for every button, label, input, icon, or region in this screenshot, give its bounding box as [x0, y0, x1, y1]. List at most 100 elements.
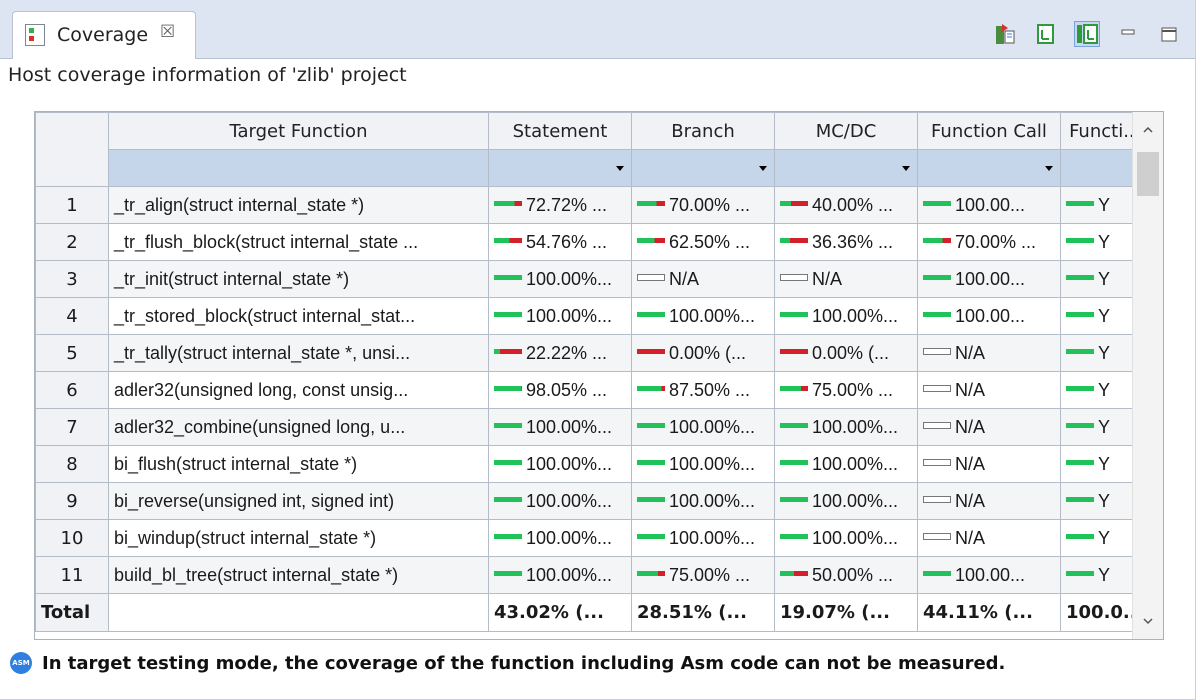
coverage-bar [637, 238, 665, 244]
filter-row [36, 149, 1150, 187]
coverage-bar [1066, 386, 1094, 392]
coverage-bar [494, 312, 522, 318]
table-row[interactable]: 8 bi_flush(struct internal_state *) 100.00… [35, 445, 1150, 483]
mcdc-coverage-cell[interactable]: 100.00%... [774, 519, 918, 557]
branch-coverage-cell[interactable]: 75.00% ... [631, 556, 775, 594]
mcdc-coverage-cell[interactable]: 100.00%... [774, 445, 918, 483]
branch-coverage-cell[interactable]: 100.00%... [631, 445, 775, 483]
mcdc-coverage-cell[interactable]: N/A [774, 260, 918, 298]
function-call-coverage-cell[interactable]: 100.00... [917, 260, 1061, 298]
target-function-cell[interactable]: _tr_init(struct internal_state *) [108, 260, 489, 298]
coverage-bar [1066, 423, 1094, 429]
function-call-coverage-cell[interactable]: N/A [917, 408, 1061, 446]
coverage-bar [637, 386, 665, 392]
statement-coverage-cell[interactable]: 72.72% ... [488, 186, 632, 224]
branch-coverage-cell[interactable]: 100.00%... [631, 482, 775, 520]
target-function-cell[interactable]: _tr_stored_block(struct internal_stat... [108, 297, 489, 335]
branch-coverage-cell[interactable]: 62.50% ... [631, 223, 775, 261]
target-function-cell[interactable]: adler32(unsigned long, const unsig... [108, 371, 489, 409]
statement-coverage-cell[interactable]: 54.76% ... [488, 223, 632, 261]
table-row[interactable]: 3 _tr_init(struct internal_state *) 100.00… [35, 260, 1150, 298]
target-function-cell[interactable]: bi_windup(struct internal_state *) [108, 519, 489, 557]
target-function-cell[interactable]: _tr_align(struct internal_state *) [108, 186, 489, 224]
branch-coverage-cell[interactable]: 100.00%... [631, 519, 775, 557]
tab-coverage[interactable]: Coverage ☒ [12, 11, 196, 59]
filter-cell-target-function[interactable] [108, 149, 489, 187]
mcdc-coverage-cell[interactable]: 0.00% (... [774, 334, 918, 372]
function-call-coverage-cell[interactable]: N/A [917, 371, 1061, 409]
minimize-icon[interactable] [1116, 22, 1140, 46]
coverage-value: 100.00%... [526, 527, 613, 548]
filter-dropdown-function-call[interactable] [917, 149, 1061, 187]
statement-coverage-cell[interactable]: 100.00%... [488, 519, 632, 557]
target-function-cell[interactable]: build_bl_tree(struct internal_state *) [108, 556, 489, 594]
filter-dropdown-mcdc[interactable] [774, 149, 918, 187]
maximize-icon[interactable] [1157, 22, 1181, 46]
coverage-value: 100.00%... [526, 268, 613, 289]
table-row[interactable]: 11 build_bl_tree(struct internal_state *)… [35, 556, 1150, 594]
filter-dropdown-statement[interactable] [488, 149, 632, 187]
chevron-down-icon [902, 166, 910, 171]
column-header-function-call[interactable]: Function Call [917, 112, 1061, 150]
statement-coverage-cell[interactable]: 100.00%... [488, 445, 632, 483]
column-header-target-function[interactable]: Target Function [108, 112, 489, 150]
mcdc-coverage-cell[interactable]: 75.00% ... [774, 371, 918, 409]
table-row[interactable]: 4 _tr_stored_block(struct internal_stat..… [35, 297, 1150, 335]
branch-coverage-cell[interactable]: N/A [631, 260, 775, 298]
scroll-up-icon[interactable] [1142, 124, 1154, 136]
column-header-mcdc[interactable]: MC/DC [774, 112, 918, 150]
target-function-cell[interactable]: _tr_flush_block(struct internal_state ..… [108, 223, 489, 261]
statement-coverage-cell[interactable]: 100.00%... [488, 556, 632, 594]
column-header-statement[interactable]: Statement [488, 112, 632, 150]
target-function-cell[interactable]: bi_reverse(unsigned int, signed int) [108, 482, 489, 520]
column-header-branch[interactable]: Branch [631, 112, 775, 150]
table-row[interactable]: 9 bi_reverse(unsigned int, signed int) 100… [35, 482, 1150, 520]
mcdc-coverage-cell[interactable]: 100.00%... [774, 297, 918, 335]
empty-coverage-bar [923, 385, 951, 393]
target-function-cell[interactable]: _tr_tally(struct internal_state *, unsi.… [108, 334, 489, 372]
statement-coverage-cell[interactable]: 100.00%... [488, 408, 632, 446]
mcdc-coverage-cell[interactable]: 100.00%... [774, 482, 918, 520]
table-row[interactable]: 5 _tr_tally(struct internal_state *, unsi… [35, 334, 1150, 372]
collapse-icon[interactable] [1034, 22, 1058, 46]
filter-dropdown-branch[interactable] [631, 149, 775, 187]
table-row[interactable]: 2 _tr_flush_block(struct internal_state .… [35, 223, 1150, 261]
statement-coverage-cell[interactable]: 100.00%... [488, 260, 632, 298]
function-call-coverage-cell[interactable]: 100.00... [917, 186, 1061, 224]
mcdc-coverage-cell[interactable]: 50.00% ... [774, 556, 918, 594]
target-function-cell[interactable]: adler32_combine(unsigned long, u... [108, 408, 489, 446]
table-row[interactable]: 6 adler32(unsigned long, const unsig... 98… [35, 371, 1150, 409]
table-row[interactable]: 7 adler32_combine(unsigned long, u... 100.… [35, 408, 1150, 446]
mcdc-coverage-cell[interactable]: 40.00% ... [774, 186, 918, 224]
export-icon[interactable] [993, 22, 1017, 46]
statement-coverage-cell[interactable]: 100.00%... [488, 297, 632, 335]
table-row[interactable]: 1 _tr_align(struct internal_state *) 72.72… [35, 186, 1150, 224]
statement-coverage-cell[interactable]: 22.22% ... [488, 334, 632, 372]
target-function-cell[interactable]: bi_flush(struct internal_state *) [108, 445, 489, 483]
table-row[interactable]: 10 bi_windup(struct internal_state *) 100.… [35, 519, 1150, 557]
scrollbar-thumb[interactable] [1137, 152, 1159, 196]
function-call-coverage-cell[interactable]: N/A [917, 482, 1061, 520]
function-call-coverage-cell[interactable]: N/A [917, 519, 1061, 557]
coverage-value: N/A [955, 342, 986, 363]
vertical-scrollbar[interactable] [1132, 112, 1163, 639]
coverage-value: 100.00%... [669, 305, 756, 326]
statement-coverage-cell[interactable]: 98.05% ... [488, 371, 632, 409]
function-call-coverage-cell[interactable]: 100.00... [917, 297, 1061, 335]
branch-coverage-cell[interactable]: 70.00% ... [631, 186, 775, 224]
chevron-down-icon [616, 166, 624, 171]
statement-coverage-cell[interactable]: 100.00%... [488, 482, 632, 520]
layout-icon[interactable] [1074, 21, 1100, 47]
function-call-coverage-cell[interactable]: N/A [917, 445, 1061, 483]
mcdc-coverage-cell[interactable]: 100.00%... [774, 408, 918, 446]
branch-coverage-cell[interactable]: 100.00%... [631, 297, 775, 335]
branch-coverage-cell[interactable]: 100.00%... [631, 408, 775, 446]
function-call-coverage-cell[interactable]: 70.00% ... [917, 223, 1061, 261]
mcdc-coverage-cell[interactable]: 36.36% ... [774, 223, 918, 261]
function-call-coverage-cell[interactable]: N/A [917, 334, 1061, 372]
scroll-down-icon[interactable] [1142, 615, 1154, 627]
branch-coverage-cell[interactable]: 87.50% ... [631, 371, 775, 409]
function-call-coverage-cell[interactable]: 100.00... [917, 556, 1061, 594]
close-icon[interactable]: ☒ [160, 22, 175, 42]
branch-coverage-cell[interactable]: 0.00% (... [631, 334, 775, 372]
